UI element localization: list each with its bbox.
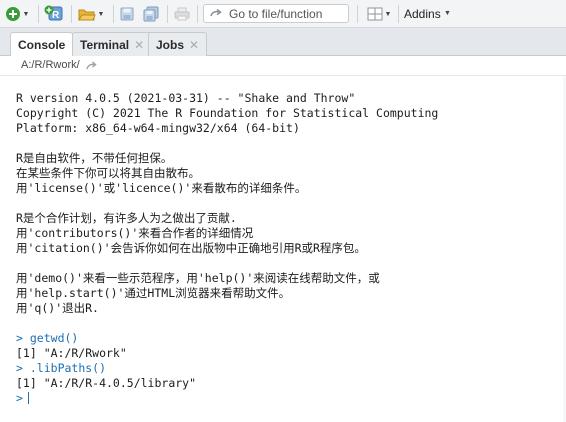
console-line: 用'demo()'来看一些示范程序，用'help()'来阅读在线帮助文件，或 <box>16 271 380 285</box>
console-prompt: > <box>16 391 23 405</box>
workspace-panes-button[interactable]: ▼ <box>364 4 394 24</box>
goto-arrow-icon <box>210 8 222 16</box>
tab-jobs[interactable]: Jobs ✕ <box>148 32 208 56</box>
console-line: R version 4.0.5 (2021-03-31) -- "Shake a… <box>16 91 356 105</box>
console-line: R是自由软件，不带任何担保。 <box>16 151 173 165</box>
console-line: Platform: x86_64-w64-mingw32/x64 (64-bit… <box>16 121 300 135</box>
console-line: 用'q()'退出R. <box>16 301 99 315</box>
console-tab-bar: Console Terminal ✕ Jobs ✕ <box>0 28 566 57</box>
console-output-line: [1] "A:/R/Rwork" <box>16 346 127 360</box>
console-line: 用'license()'或'licence()'来看散布的详细条件。 <box>16 181 307 195</box>
close-icon[interactable]: ✕ <box>189 38 199 52</box>
go-to-directory-icon <box>86 61 97 70</box>
toolbar-divider <box>197 5 198 23</box>
working-directory-bar: A:/R/Rwork/ <box>0 56 566 76</box>
tab-label: Terminal <box>80 37 130 52</box>
grid-layout-icon <box>367 7 383 21</box>
open-folder-icon <box>77 9 96 21</box>
main-toolbar: ▼ R ▼ Go to file/function ▼ Addins ▼ <box>0 0 566 28</box>
console-line: R是个合作计划，有许多人为之做出了贡献. <box>16 211 237 225</box>
console-output[interactable]: R version 4.0.5 (2021-03-31) -- "Shake a… <box>0 76 566 422</box>
console-prompt: > <box>16 361 23 375</box>
toolbar-divider <box>398 5 399 23</box>
save-icon <box>120 7 134 21</box>
console-line: 用'citation()'会告诉你如何在出版物中正确地引用R或R程序包。 <box>16 241 366 255</box>
console-command: .libPaths() <box>29 361 107 375</box>
console-line: 用'help.start()'通过HTML浏览器来看帮助文件。 <box>16 286 291 300</box>
toolbar-divider <box>357 5 358 23</box>
open-file-button[interactable]: ▼ <box>77 4 105 24</box>
new-project-button[interactable]: R <box>43 4 65 24</box>
new-file-button[interactable]: ▼ <box>4 4 30 24</box>
toolbar-divider <box>38 5 39 23</box>
print-button[interactable] <box>172 4 192 24</box>
chevron-down-icon: ▼ <box>97 10 105 18</box>
save-all-icon <box>143 6 159 22</box>
tab-terminal[interactable]: Terminal ✕ <box>72 32 153 56</box>
tab-console[interactable]: Console <box>10 32 74 57</box>
print-icon <box>174 7 190 21</box>
toolbar-divider <box>113 5 114 23</box>
tab-label: Console <box>18 38 66 52</box>
console-line: 在某些条件下你可以将其自由散布。 <box>16 166 200 180</box>
goto-file-function-input[interactable]: Go to file/function <box>203 4 349 23</box>
working-directory-path: A:/R/Rwork/ <box>21 59 80 71</box>
console-line: 用'contributors()'来看合作者的详细情况 <box>16 226 254 240</box>
text-cursor <box>27 392 29 404</box>
console-active-input[interactable]: > <box>16 391 29 406</box>
chevron-down-icon: ▼ <box>384 10 392 18</box>
toolbar-divider <box>71 5 72 23</box>
save-button[interactable] <box>118 4 136 24</box>
console-input-line: > .libPaths() <box>16 361 106 376</box>
console-line: Copyright (C) 2021 The R Foundation for … <box>16 106 439 120</box>
go-to-directory-button[interactable] <box>86 60 98 74</box>
console-output-line: [1] "A:/R/R-4.0.5/library" <box>16 376 197 390</box>
add-icon: R <box>44 5 63 21</box>
close-icon[interactable]: ✕ <box>134 38 144 52</box>
console-prompt: > <box>16 331 23 345</box>
svg-text:R: R <box>52 10 60 21</box>
goto-placeholder: Go to file/function <box>229 6 323 21</box>
addins-menu[interactable]: Addins <box>404 7 441 21</box>
tab-label: Jobs <box>156 37 185 52</box>
console-command: getwd() <box>29 331 79 345</box>
toolbar-divider <box>167 5 168 23</box>
save-all-button[interactable] <box>141 4 161 24</box>
console-input-line: > getwd() <box>16 331 78 346</box>
new-file-icon <box>5 7 20 21</box>
chevron-down-icon[interactable]: ▼ <box>444 10 451 17</box>
chevron-down-icon: ▼ <box>22 10 30 18</box>
